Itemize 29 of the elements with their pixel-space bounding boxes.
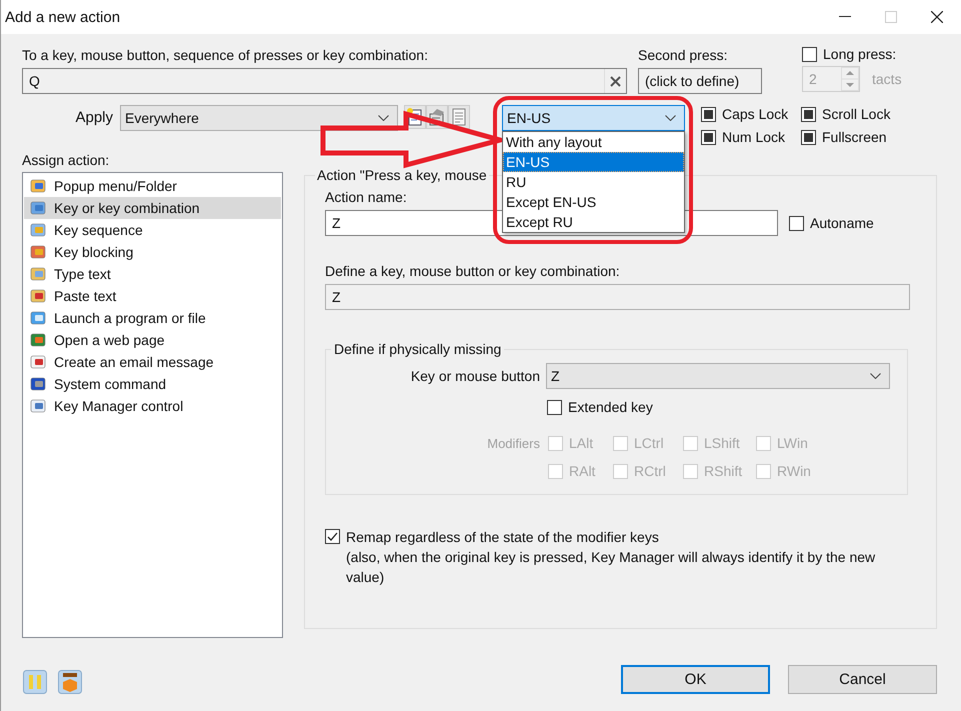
list-label: Assign action: bbox=[22, 151, 110, 169]
checkbox-label: Num Lock bbox=[722, 129, 786, 145]
field-label: Second press: bbox=[638, 46, 728, 64]
unit-label: tacts bbox=[872, 71, 902, 87]
field-label: To a key, mouse button, sequence of presses or key combination: bbox=[22, 46, 428, 64]
checkbox-label: Extended key bbox=[568, 399, 653, 415]
field-label: Key or mouse button bbox=[410, 368, 541, 384]
checkbox-label: Remap regardless of the state of the modifier keys bbox=[346, 528, 660, 547]
apply-label: Apply bbox=[74, 108, 114, 128]
checkbox-label: RWin bbox=[777, 463, 811, 479]
checkbox-label: Caps Lock bbox=[722, 106, 788, 122]
checkbox-label: LShift bbox=[704, 435, 740, 451]
checkbox-label: RShift bbox=[704, 463, 742, 479]
field-label: Action name: bbox=[325, 188, 407, 206]
checkbox-label: RCtrl bbox=[634, 463, 666, 479]
window-title: Add a new action bbox=[5, 8, 120, 26]
note-text: (also, when the original key is pressed, Key Manager will always identify it by the new value) bbox=[346, 548, 876, 587]
checkbox-label: LWin bbox=[777, 435, 808, 451]
group-title: Action "Press a key, mouse bbox=[317, 167, 487, 183]
checkbox-label: LCtrl bbox=[634, 435, 664, 451]
checkbox-label: Autoname bbox=[810, 215, 874, 231]
checkbox-label: Long press: bbox=[823, 46, 896, 62]
checkbox-label: Scroll Lock bbox=[822, 106, 890, 122]
modifiers-label: Modifiers bbox=[486, 435, 541, 453]
checkbox-label: LAlt bbox=[569, 435, 594, 451]
field-label: Define a key, mouse button or key combination: bbox=[325, 262, 620, 280]
group-title: Define if physically missing bbox=[334, 341, 502, 357]
checkbox-label: RAlt bbox=[569, 463, 596, 479]
checkbox-label: Fullscreen bbox=[822, 129, 887, 145]
